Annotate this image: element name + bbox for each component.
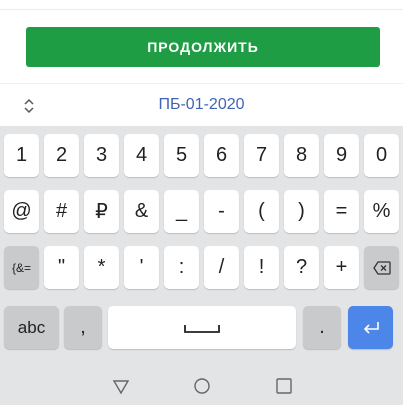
key-close-paren[interactable]: ) [284, 190, 319, 233]
spacebar-icon [184, 324, 220, 333]
picker-bar[interactable]: ПБ-01-2020 [0, 83, 403, 126]
key-7[interactable]: 7 [244, 134, 279, 177]
key-ampersand[interactable]: & [124, 190, 159, 233]
key-equals[interactable]: = [324, 190, 359, 233]
key-4[interactable]: 4 [124, 134, 159, 177]
system-navbar [0, 368, 403, 405]
key-percent[interactable]: % [364, 190, 399, 233]
key-6[interactable]: 6 [204, 134, 239, 177]
enter-key[interactable] [348, 306, 393, 349]
key-question[interactable]: ? [284, 246, 319, 289]
picker-value[interactable]: ПБ-01-2020 [0, 96, 403, 114]
backspace-icon [372, 260, 391, 275]
key-hash[interactable]: # [44, 190, 79, 233]
key-plus[interactable]: + [324, 246, 359, 289]
key-symbols-toggle[interactable]: {&= [4, 246, 39, 289]
key-double-quote[interactable]: " [44, 246, 79, 289]
home-circle-icon[interactable] [193, 377, 211, 395]
key-0[interactable]: 0 [364, 134, 399, 177]
recents-square-icon[interactable] [275, 377, 293, 395]
key-5[interactable]: 5 [164, 134, 199, 177]
key-colon[interactable]: : [164, 246, 199, 289]
abc-key[interactable]: abc [4, 306, 59, 349]
key-8[interactable]: 8 [284, 134, 319, 177]
backspace-key[interactable] [364, 246, 399, 289]
enter-icon [363, 321, 379, 334]
period-key[interactable]: . [303, 306, 341, 349]
key-apostrophe[interactable]: ' [124, 246, 159, 289]
key-underscore[interactable]: _ [164, 190, 199, 233]
divider [0, 9, 403, 10]
key-9[interactable]: 9 [324, 134, 359, 177]
key-at[interactable]: @ [4, 190, 39, 233]
keyboard: 1 2 3 4 5 6 7 8 9 0 @ # ₽ & _ - ( ) = % … [0, 126, 403, 368]
space-key[interactable] [108, 306, 296, 349]
key-1[interactable]: 1 [4, 134, 39, 177]
key-ruble[interactable]: ₽ [84, 190, 119, 233]
key-exclamation[interactable]: ! [244, 246, 279, 289]
comma-key[interactable]: , [64, 306, 102, 349]
key-open-paren[interactable]: ( [244, 190, 279, 233]
top-area: ПРОДОЛЖИТЬ [0, 0, 403, 83]
key-2[interactable]: 2 [44, 134, 79, 177]
continue-button[interactable]: ПРОДОЛЖИТЬ [26, 27, 380, 67]
key-slash[interactable]: / [204, 246, 239, 289]
key-hyphen[interactable]: - [204, 190, 239, 233]
back-triangle-icon[interactable] [112, 377, 130, 395]
key-3[interactable]: 3 [84, 134, 119, 177]
key-asterisk[interactable]: * [84, 246, 119, 289]
